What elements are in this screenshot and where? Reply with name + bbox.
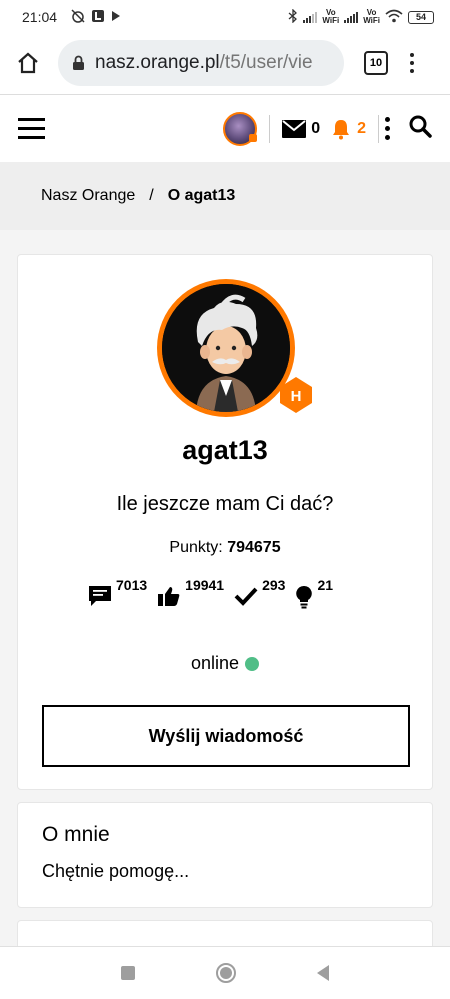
signal-icon [303, 11, 318, 23]
main-content: H agat13 Ile jeszcze mam Ci dać? Punkty:… [0, 230, 450, 960]
home-nav-button[interactable] [215, 963, 236, 983]
thumbs-up-icon [158, 587, 180, 606]
about-text: Chętnie pomogę... [42, 861, 190, 881]
hamburger-menu-icon[interactable] [18, 118, 45, 139]
url-bar[interactable]: nasz.orange.pl/t5/user/vie [58, 40, 344, 86]
app-notification-icon [91, 9, 105, 26]
comment-icon [89, 586, 111, 606]
profile-stats: 7013 19941 293 21 [88, 577, 343, 609]
stat-kudos: 19941 [157, 577, 224, 607]
notifications-count: 2 [357, 119, 366, 137]
site-header: 0 2 [0, 94, 450, 162]
play-icon [111, 9, 121, 25]
stat-solutions-count: 293 [262, 577, 286, 593]
breadcrumb-separator: / [149, 187, 154, 204]
clock: 21:04 [22, 9, 58, 25]
points-label: Punkty: [169, 539, 223, 556]
recent-apps-button[interactable] [120, 966, 135, 980]
browser-toolbar: nasz.orange.pl/t5/user/vie 10 [0, 34, 450, 92]
stat-posts: 7013 [88, 577, 147, 607]
url-host: nasz.orange.pl [95, 52, 220, 73]
search-icon [409, 115, 432, 138]
home-button[interactable] [10, 45, 46, 81]
checkmark-icon [234, 587, 258, 606]
online-status-text: online [190, 653, 240, 673]
battery-indicator: 54 [408, 10, 434, 24]
notifications-button[interactable]: 2 [330, 118, 366, 140]
envelope-icon [282, 119, 307, 138]
signal-icon-2 [344, 11, 359, 23]
stat-solutions: 293 [234, 577, 285, 607]
messages-button[interactable]: 0 [282, 119, 321, 138]
url-path: /t5/user/vie [219, 52, 313, 73]
breadcrumb-current: O agat13 [167, 187, 236, 204]
alarm-off-icon [71, 8, 85, 26]
home-icon [18, 52, 38, 74]
online-status: online [18, 653, 432, 674]
breadcrumb: Nasz Orange / O agat13 [0, 162, 450, 230]
breadcrumb-home-link[interactable]: Nasz Orange [41, 187, 135, 205]
bell-icon [333, 119, 350, 139]
stat-ideas-count: 21 [317, 577, 334, 593]
system-nav-bar [0, 946, 450, 999]
divider [269, 114, 271, 143]
avatar-illustration [162, 284, 290, 412]
browser-menu-button[interactable] [410, 53, 414, 73]
user-avatar[interactable] [223, 111, 258, 146]
profile-tagline: Ile jeszcze mam Ci dać? [116, 493, 334, 515]
status-bar: 21:04 Vo WiFi Vo WiFi 54 [0, 0, 450, 34]
about-title: O mnie [42, 823, 110, 846]
vowifi-label: Vo WiFi [322, 8, 340, 25]
search-button[interactable] [408, 114, 432, 143]
stat-ideas: 21 [295, 577, 333, 609]
bluetooth-icon [288, 7, 298, 26]
stat-kudos-count: 19941 [185, 577, 225, 593]
about-card: O mnie Chętnie pomogę... [17, 802, 433, 908]
lock-icon [72, 55, 85, 71]
online-indicator-icon [245, 656, 260, 671]
rank-badge-icon: H [276, 375, 316, 415]
points-value: 794675 [227, 539, 281, 556]
vowifi-label-2: Vo WiFi [363, 8, 380, 25]
stat-posts-count: 7013 [116, 577, 148, 593]
lightbulb-icon [296, 585, 313, 609]
send-message-button[interactable]: Wyślij wiadomość [42, 705, 410, 767]
back-button[interactable] [317, 965, 330, 981]
tab-switcher-button[interactable]: 10 [364, 51, 388, 75]
messages-count: 0 [311, 119, 321, 137]
profile-points: Punkty: 794675 [18, 539, 432, 557]
profile-card: H agat13 Ile jeszcze mam Ci dać? Punkty:… [17, 254, 433, 790]
wifi-icon [385, 9, 403, 26]
profile-avatar [157, 279, 295, 417]
divider-2 [378, 114, 379, 143]
more-options-icon[interactable] [385, 117, 390, 140]
profile-username: agat13 [182, 435, 268, 465]
rank-letter: H [291, 388, 302, 405]
